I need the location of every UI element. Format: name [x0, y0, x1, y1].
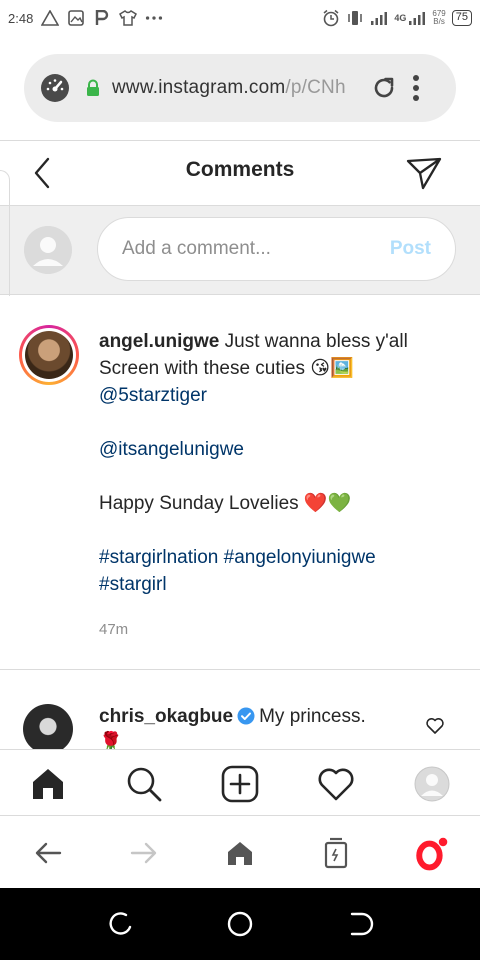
network-type: 4G	[394, 13, 407, 23]
avatar	[24, 226, 72, 274]
speed-unit: B/s	[433, 17, 445, 26]
comment-body: My princess.	[259, 706, 366, 727]
mention-link[interactable]: @5starztiger	[99, 385, 207, 406]
back-icon[interactable]	[346, 910, 374, 938]
forward-arrow-icon[interactable]	[127, 836, 161, 870]
address-bar[interactable]: www.instagram.com/p/CNh	[24, 54, 456, 122]
lock-icon	[84, 79, 102, 97]
comment-input[interactable]: Add a comment... Post	[97, 217, 456, 281]
profile-photo	[25, 331, 73, 379]
url-host: www.instagram.com	[112, 77, 286, 98]
speed-dial-icon[interactable]	[40, 73, 70, 103]
timestamp: 47m	[99, 621, 129, 638]
search-icon[interactable]	[124, 764, 164, 804]
post-button[interactable]: Post	[390, 238, 431, 260]
p-icon	[93, 9, 111, 27]
hashtag-link[interactable]: #stargirl	[99, 574, 167, 595]
caption-username[interactable]: angel.unigwe	[99, 331, 219, 352]
hashtag-link[interactable]: #stargirlnation	[99, 547, 218, 568]
tshirt-icon	[119, 9, 138, 27]
home-circle-icon[interactable]	[226, 910, 254, 938]
comments-header: Comments	[0, 141, 480, 205]
avatar[interactable]	[19, 325, 79, 385]
reload-icon[interactable]	[370, 74, 398, 102]
comment-emoji: 🌹	[99, 732, 123, 749]
system-navigation-bar	[0, 888, 480, 960]
more-dots-icon	[145, 9, 163, 27]
verified-badge-icon	[237, 707, 255, 725]
url-text[interactable]: www.instagram.com/p/CNh	[112, 77, 358, 99]
opera-logo-icon[interactable]	[415, 836, 449, 871]
back-arrow-icon[interactable]	[31, 836, 65, 870]
status-time: 2:48	[8, 10, 34, 26]
signal-icon	[408, 9, 426, 27]
direct-send-icon[interactable]	[404, 153, 444, 193]
add-comment-bar: Add a comment... Post	[0, 205, 480, 295]
home-icon[interactable]	[28, 764, 68, 804]
new-post-icon[interactable]	[220, 764, 260, 804]
activity-heart-icon[interactable]	[316, 764, 356, 804]
profile-avatar-icon[interactable]	[412, 764, 452, 804]
comment-placeholder[interactable]: Add a comment...	[122, 238, 390, 260]
caption-greeting: Happy Sunday Lovelies ❤️💚	[99, 493, 352, 514]
caption-text: angel.unigwe Just wanna bless y'all Scre…	[99, 328, 459, 643]
battery-indicator: 75	[451, 10, 472, 26]
comment-text: chris_okagbue My princess. 🌹	[99, 704, 399, 749]
hashtag-link[interactable]: #angelonyiunigwe	[224, 547, 376, 568]
network-speed: 679 B/s	[432, 10, 445, 26]
instagram-bottom-nav	[0, 749, 480, 815]
triangle-warning-icon	[41, 9, 60, 27]
url-path: /p/CNh	[285, 77, 346, 98]
alarm-icon	[322, 9, 340, 27]
signal-icon	[370, 9, 388, 27]
browser-address-area: www.instagram.com/p/CNh	[0, 36, 480, 140]
mention-link[interactable]: @itsangelunigwe	[99, 439, 244, 460]
recent-apps-icon[interactable]	[106, 910, 134, 938]
comment-row: chris_okagbue My princess. 🌹	[0, 669, 480, 749]
image-icon	[67, 9, 85, 27]
comment-username[interactable]: chris_okagbue	[99, 706, 233, 727]
browser-bottom-bar	[0, 815, 480, 888]
like-heart-icon[interactable]	[425, 716, 445, 736]
tabs-icon[interactable]	[319, 836, 353, 870]
kebab-menu-icon[interactable]	[412, 74, 420, 102]
caption-comment: angel.unigwe Just wanna bless y'all Scre…	[0, 296, 480, 668]
avatar[interactable]	[23, 704, 73, 749]
home-icon[interactable]	[223, 836, 257, 870]
status-bar: 2:48 4G 679 B/s 75	[0, 0, 480, 36]
vibrate-icon	[346, 9, 364, 27]
